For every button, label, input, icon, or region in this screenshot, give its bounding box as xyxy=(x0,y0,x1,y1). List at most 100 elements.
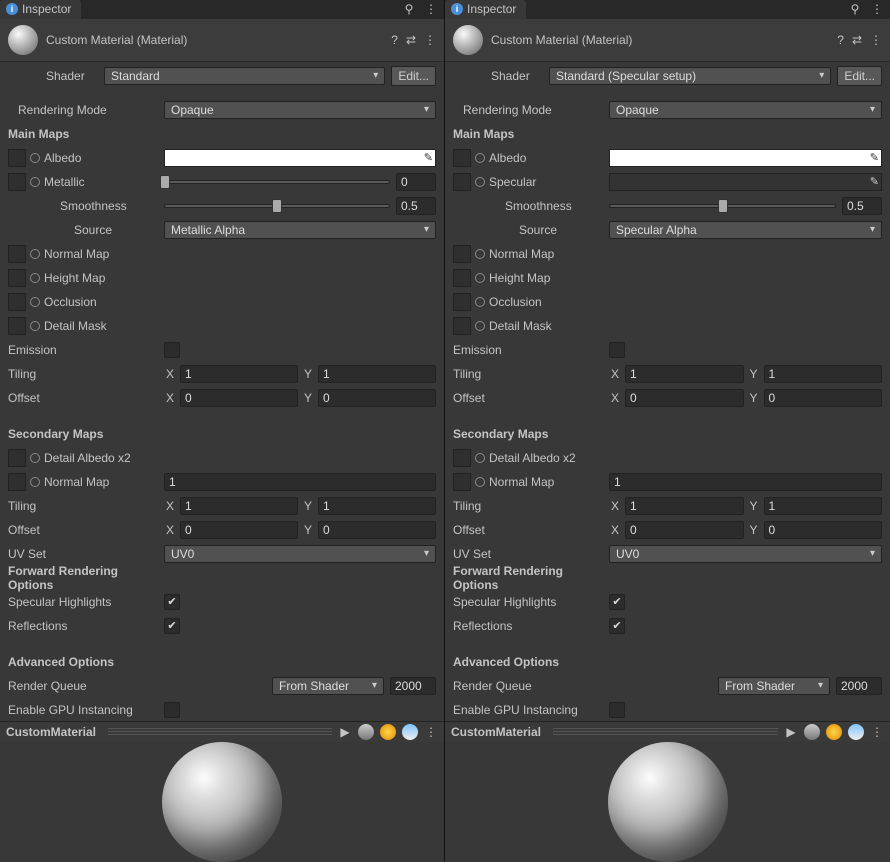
height-map-picker-icon[interactable] xyxy=(30,273,40,283)
sphere-preview-icon[interactable] xyxy=(358,724,374,740)
render-queue-value[interactable]: 2000 xyxy=(390,677,436,695)
gpu-instancing-checkbox[interactable] xyxy=(609,702,625,718)
shader-dropdown[interactable]: Standard xyxy=(104,67,385,85)
edit-button[interactable]: Edit... xyxy=(391,66,436,86)
detail-mask-texture-slot[interactable] xyxy=(453,317,471,335)
tiling-y-input[interactable]: 1 xyxy=(764,365,883,383)
play-icon[interactable]: ▶ xyxy=(784,725,798,739)
smoothness-slider[interactable] xyxy=(164,204,390,208)
sky-preview-icon[interactable] xyxy=(848,724,864,740)
metallic-texture-slot[interactable] xyxy=(8,173,26,191)
help-icon[interactable]: ? xyxy=(391,33,398,47)
sky-preview-icon[interactable] xyxy=(402,724,418,740)
metallic-slider[interactable] xyxy=(164,180,390,184)
source-dropdown[interactable]: Specular Alpha xyxy=(609,221,882,239)
normal-map2-texture-slot[interactable] xyxy=(8,473,26,491)
detail-albedo-picker-icon[interactable] xyxy=(475,453,485,463)
light-preview-icon[interactable] xyxy=(826,724,842,740)
albedo-color-swatch[interactable]: ✎ xyxy=(164,149,436,167)
source-dropdown[interactable]: Metallic Alpha xyxy=(164,221,436,239)
offset2-y-input[interactable]: 0 xyxy=(764,521,883,539)
specular-highlights-checkbox[interactable] xyxy=(609,594,625,610)
normal-map-picker-icon[interactable] xyxy=(30,249,40,259)
reflections-checkbox[interactable] xyxy=(609,618,625,634)
offset2-x-input[interactable]: 0 xyxy=(625,521,744,539)
render-queue-dropdown[interactable]: From Shader xyxy=(718,677,830,695)
normal-map-picker-icon[interactable] xyxy=(475,249,485,259)
albedo-texture-slot[interactable] xyxy=(8,149,26,167)
light-preview-icon[interactable] xyxy=(380,724,396,740)
detail-albedo-texture-slot[interactable] xyxy=(453,449,471,467)
smoothness-value[interactable]: 0.5 xyxy=(396,197,436,215)
detail-albedo-texture-slot[interactable] xyxy=(8,449,26,467)
uv-set-dropdown[interactable]: UV0 xyxy=(609,545,882,563)
height-map-texture-slot[interactable] xyxy=(8,269,26,287)
albedo-picker-icon[interactable] xyxy=(475,153,485,163)
tiling2-x-input[interactable]: 1 xyxy=(625,497,744,515)
lock-icon[interactable]: ⚲ xyxy=(402,2,416,16)
occlusion-texture-slot[interactable] xyxy=(8,293,26,311)
normal-map2-picker-icon[interactable] xyxy=(30,477,40,487)
height-map-texture-slot[interactable] xyxy=(453,269,471,287)
eyedropper-icon[interactable]: ✎ xyxy=(870,151,879,164)
smoothness-value[interactable]: 0.5 xyxy=(842,197,882,215)
play-icon[interactable]: ▶ xyxy=(338,725,352,739)
offset-x-input[interactable]: 0 xyxy=(180,389,298,407)
uv-set-dropdown[interactable]: UV0 xyxy=(164,545,436,563)
kebab-icon[interactable]: ⋮ xyxy=(424,725,438,739)
specular-highlights-checkbox[interactable] xyxy=(164,594,180,610)
albedo-texture-slot[interactable] xyxy=(453,149,471,167)
offset-y-input[interactable]: 0 xyxy=(318,389,436,407)
reflections-checkbox[interactable] xyxy=(164,618,180,634)
shader-dropdown[interactable]: Standard (Specular setup) xyxy=(549,67,831,85)
emission-checkbox[interactable] xyxy=(164,342,180,358)
albedo-color-swatch[interactable]: ✎ xyxy=(609,149,882,167)
normal-map-texture-slot[interactable] xyxy=(453,245,471,263)
normal-map2-texture-slot[interactable] xyxy=(453,473,471,491)
specular-texture-slot[interactable] xyxy=(453,173,471,191)
occlusion-texture-slot[interactable] xyxy=(453,293,471,311)
smoothness-slider[interactable] xyxy=(609,204,836,208)
edit-button[interactable]: Edit... xyxy=(837,66,882,86)
gpu-instancing-checkbox[interactable] xyxy=(164,702,180,718)
tiling-y-input[interactable]: 1 xyxy=(318,365,436,383)
detail-albedo-picker-icon[interactable] xyxy=(30,453,40,463)
drag-grip-icon[interactable] xyxy=(108,728,332,736)
sphere-preview-icon[interactable] xyxy=(804,724,820,740)
detail-mask-picker-icon[interactable] xyxy=(30,321,40,331)
tiling-x-input[interactable]: 1 xyxy=(625,365,744,383)
detail-mask-picker-icon[interactable] xyxy=(475,321,485,331)
kebab-icon[interactable]: ⋮ xyxy=(424,33,436,47)
offset-x-input[interactable]: 0 xyxy=(625,389,744,407)
kebab-icon[interactable]: ⋮ xyxy=(424,2,438,16)
offset2-x-input[interactable]: 0 xyxy=(180,521,298,539)
specular-color-swatch[interactable]: ✎ xyxy=(609,173,882,191)
specular-picker-icon[interactable] xyxy=(475,177,485,187)
tab-inspector[interactable]: i Inspector xyxy=(445,0,526,19)
metallic-value[interactable]: 0 xyxy=(396,173,436,191)
preset-icon[interactable]: ⇄ xyxy=(852,33,862,47)
lock-icon[interactable]: ⚲ xyxy=(848,2,862,16)
normal-map-texture-slot[interactable] xyxy=(8,245,26,263)
eyedropper-icon[interactable]: ✎ xyxy=(424,151,433,164)
kebab-icon[interactable]: ⋮ xyxy=(870,2,884,16)
kebab-icon[interactable]: ⋮ xyxy=(870,33,882,47)
normal-map2-value[interactable]: 1 xyxy=(164,473,436,491)
material-preview[interactable] xyxy=(445,742,890,862)
tiling2-y-input[interactable]: 1 xyxy=(318,497,436,515)
rendering-mode-dropdown[interactable]: Opaque xyxy=(164,101,436,119)
material-preview[interactable] xyxy=(0,742,444,862)
kebab-icon[interactable]: ⋮ xyxy=(870,725,884,739)
tiling2-y-input[interactable]: 1 xyxy=(764,497,883,515)
occlusion-picker-icon[interactable] xyxy=(30,297,40,307)
preset-icon[interactable]: ⇄ xyxy=(406,33,416,47)
tab-inspector[interactable]: i Inspector xyxy=(0,0,81,19)
metallic-picker-icon[interactable] xyxy=(30,177,40,187)
drag-grip-icon[interactable] xyxy=(553,728,778,736)
rendering-mode-dropdown[interactable]: Opaque xyxy=(609,101,882,119)
tiling2-x-input[interactable]: 1 xyxy=(180,497,298,515)
tiling-x-input[interactable]: 1 xyxy=(180,365,298,383)
normal-map2-value[interactable]: 1 xyxy=(609,473,882,491)
eyedropper-icon[interactable]: ✎ xyxy=(870,175,879,188)
help-icon[interactable]: ? xyxy=(837,33,844,47)
